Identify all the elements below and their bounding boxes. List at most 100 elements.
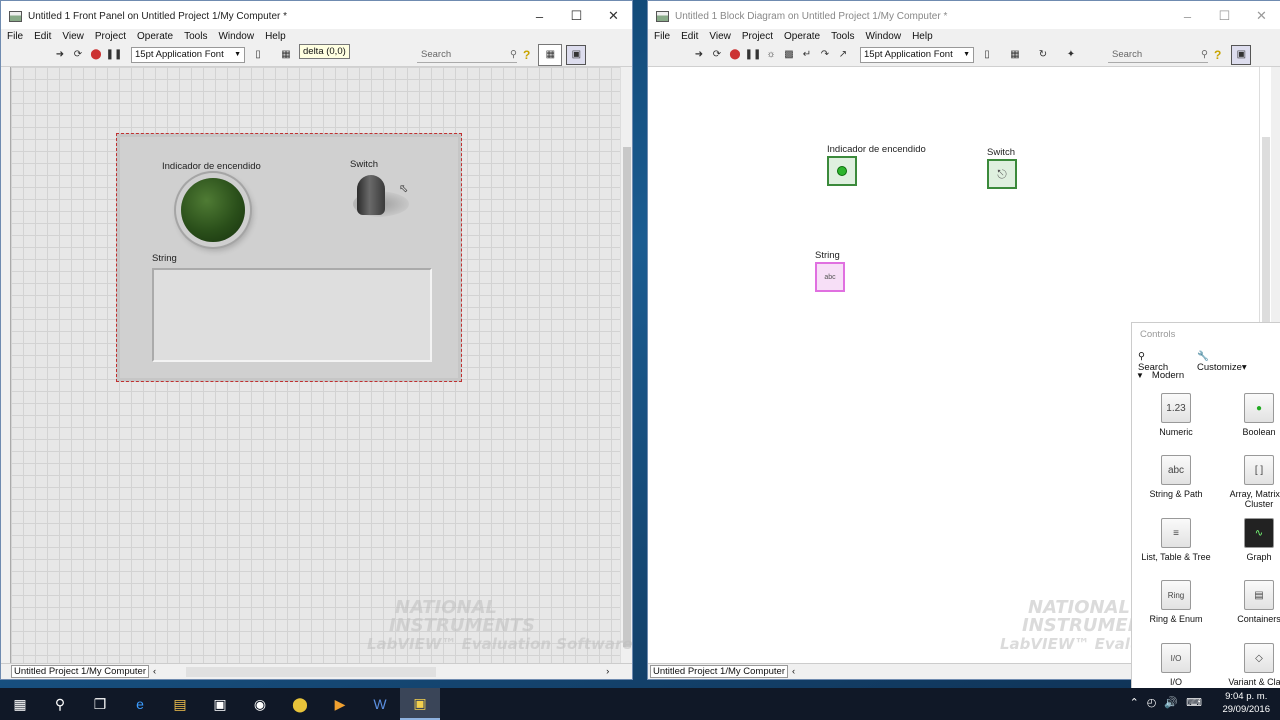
switch-terminal-label[interactable]: Switch <box>987 147 1015 158</box>
menu-view[interactable]: View <box>62 31 84 42</box>
palette-customize-button[interactable]: 🔧 Customize▾ <box>1197 351 1270 373</box>
front-panel-hscroll[interactable] <box>186 666 437 677</box>
toggle-switch[interactable] <box>357 175 385 215</box>
palette-item-io[interactable]: I/O I/O <box>1141 643 1211 687</box>
menu-help[interactable]: Help <box>912 31 933 42</box>
chrome-icon[interactable]: ⬤ <box>280 688 320 720</box>
edge-browser-icon[interactable]: e <box>120 688 160 720</box>
vi-icon[interactable]: ▣ <box>1231 44 1252 65</box>
string-terminal-label[interactable]: String <box>815 250 840 261</box>
menu-operate[interactable]: Operate <box>784 31 820 42</box>
switch-terminal[interactable]: ⎋ <box>987 159 1017 189</box>
menu-operate[interactable]: Operate <box>137 31 173 42</box>
paint-icon[interactable]: ◉ <box>240 688 280 720</box>
maximize-button[interactable]: ☐ <box>1206 1 1243 31</box>
maximize-button[interactable]: ☐ <box>558 1 595 31</box>
context-help-icon[interactable]: ? <box>1214 48 1221 62</box>
palette-item-list-table-tree[interactable]: ≡ List, Table & Tree <box>1141 518 1211 562</box>
align-objects-icon[interactable]: ▯ <box>980 48 994 62</box>
palette-item-ring-enum[interactable]: Ring Ring & Enum <box>1141 580 1211 624</box>
step-over-icon[interactable]: ↷ <box>818 48 832 62</box>
run-continuously-icon[interactable]: ⟳ <box>71 48 85 62</box>
block-diagram-titlebar[interactable]: Untitled 1 Block Diagram on Untitled Pro… <box>648 1 1280 31</box>
scroll-left-icon[interactable]: ‹ <box>153 666 156 677</box>
search-input[interactable]: Search ⚲ <box>1108 47 1208 63</box>
run-arrow-icon[interactable]: ➜ <box>53 48 67 62</box>
menu-project[interactable]: Project <box>95 31 126 42</box>
pause-icon[interactable]: ❚❚ <box>106 48 123 62</box>
volume-icon[interactable]: 🔊 <box>1164 696 1178 709</box>
step-into-icon[interactable]: ↵ <box>800 48 814 62</box>
search-icon[interactable]: ⚲ <box>40 688 80 720</box>
menu-project[interactable]: Project <box>742 31 773 42</box>
led-terminal[interactable] <box>827 156 857 186</box>
font-select[interactable]: 15pt Application Font ▼ <box>131 46 245 63</box>
minimize-button[interactable]: – <box>1169 1 1206 31</box>
run-continuously-icon[interactable]: ⟳ <box>710 48 724 62</box>
chevron-up-icon[interactable]: ⌃ <box>1130 696 1139 709</box>
status-path[interactable]: Untitled Project 1/My Computer <box>11 665 149 678</box>
windows-start-icon[interactable]: ▦ <box>0 688 40 720</box>
file-explorer-icon[interactable]: ▤ <box>160 688 200 720</box>
palette-item-array-matrix-cluster[interactable]: [ ] Array, Matrix & Cluster <box>1224 455 1280 509</box>
menu-file[interactable]: File <box>7 31 23 42</box>
scroll-right-icon[interactable]: › <box>606 666 609 677</box>
retain-wire-values-icon[interactable]: ▩ <box>782 48 796 62</box>
vi-icon[interactable]: ▣ <box>566 44 587 65</box>
scroll-thumb[interactable] <box>623 147 631 647</box>
taskbar-clock[interactable]: 9:04 p. m. 29/09/2016 <box>1222 690 1270 716</box>
abort-icon[interactable]: ⬤ <box>728 48 742 62</box>
align-objects-icon[interactable]: ▯ <box>251 48 265 62</box>
keyboard-icon[interactable]: ⌨ <box>1186 696 1202 709</box>
store-icon[interactable]: ▣ <box>200 688 240 720</box>
palette-item-boolean[interactable]: ● Boolean <box>1224 393 1280 437</box>
step-out-icon[interactable]: ↗ <box>836 48 850 62</box>
menu-tools[interactable]: Tools <box>831 31 854 42</box>
connector-pane-icon[interactable]: ▦ <box>538 43 563 66</box>
palette-item-graph[interactable]: ∿ Graph <box>1224 518 1280 562</box>
minimize-button[interactable]: – <box>521 1 558 31</box>
palette-category-modern[interactable]: ▼ Modern <box>1136 370 1184 381</box>
cleanup-diagram-icon[interactable]: ✦ <box>1064 48 1078 62</box>
palette-item-numeric[interactable]: 1.23 Numeric <box>1141 393 1211 437</box>
front-panel-vscroll[interactable] <box>620 67 632 665</box>
palette-item-variant-class[interactable]: ◇ Variant & Class <box>1224 643 1280 687</box>
scroll-left-icon[interactable]: ‹ <box>792 666 795 677</box>
led-label[interactable]: Indicador de encendido <box>162 161 261 172</box>
string-label[interactable]: String <box>152 253 177 264</box>
close-button[interactable]: ✕ <box>1243 1 1280 31</box>
palette-item-string-path[interactable]: abc String & Path <box>1141 455 1211 499</box>
led-indicator[interactable] <box>181 178 245 242</box>
menu-window[interactable]: Window <box>218 31 254 42</box>
front-panel-titlebar[interactable]: Untitled 1 Front Panel on Untitled Proje… <box>1 1 632 31</box>
menu-edit[interactable]: Edit <box>681 31 698 42</box>
palette-item-containers[interactable]: ▤ Containers <box>1224 580 1280 624</box>
abort-icon[interactable]: ⬤ <box>89 48 103 62</box>
task-view-icon[interactable]: ❐ <box>80 688 120 720</box>
distribute-objects-icon[interactable]: ▦ <box>1008 48 1022 62</box>
network-icon[interactable]: ◴ <box>1147 696 1157 709</box>
menu-file[interactable]: File <box>654 31 670 42</box>
search-input[interactable]: Search ⚲ <box>417 47 517 63</box>
pause-icon[interactable]: ❚❚ <box>745 48 762 62</box>
status-path[interactable]: Untitled Project 1/My Computer <box>650 665 788 678</box>
string-terminal[interactable]: abc <box>815 262 845 292</box>
distribute-objects-icon[interactable]: ▦ <box>279 48 293 62</box>
menu-window[interactable]: Window <box>865 31 901 42</box>
menu-view[interactable]: View <box>709 31 731 42</box>
switch-label[interactable]: Switch <box>350 159 378 170</box>
run-arrow-icon[interactable]: ➜ <box>692 48 706 62</box>
menu-edit[interactable]: Edit <box>34 31 51 42</box>
string-indicator[interactable] <box>152 268 432 362</box>
close-button[interactable]: ✕ <box>595 1 632 31</box>
menu-tools[interactable]: Tools <box>184 31 207 42</box>
context-help-icon[interactable]: ? <box>523 48 530 62</box>
led-terminal-label[interactable]: Indicador de encendido <box>827 144 926 155</box>
word-icon[interactable]: W <box>360 688 400 720</box>
reorder-icon[interactable]: ↻ <box>1036 48 1050 62</box>
font-select[interactable]: 15pt Application Font ▼ <box>860 46 974 63</box>
labview-taskbar-icon[interactable]: ▣ <box>400 688 440 720</box>
highlight-execution-icon[interactable]: ☼ <box>764 48 778 62</box>
media-player-icon[interactable]: ▶ <box>320 688 360 720</box>
menu-help[interactable]: Help <box>265 31 286 42</box>
